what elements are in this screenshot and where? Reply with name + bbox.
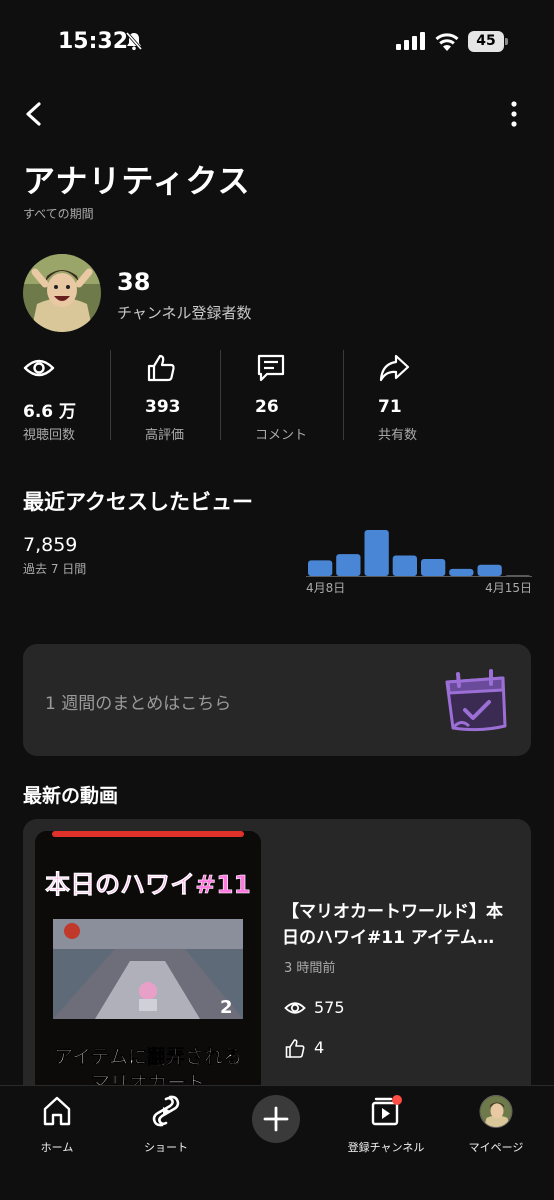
thumb-title: 本日のハワイ#11 [45, 870, 251, 899]
chart-bar [336, 554, 361, 576]
stat-label: 高評価 [145, 428, 185, 443]
svg-text:2: 2 [220, 997, 233, 1018]
video-title: 【マリオカートワールド】本日のハワイ#11 アイテム… [282, 902, 503, 948]
thumbs-up-icon [285, 1039, 305, 1058]
stat-label: コメント [255, 428, 308, 443]
recent-views-value: 7,859 [23, 534, 78, 556]
stat-value: 6.6 万 [23, 402, 77, 422]
divider [343, 350, 344, 440]
eye-icon [284, 1002, 306, 1014]
nav-mypage-label: マイページ [468, 1141, 524, 1154]
divider [110, 350, 111, 440]
subscriber-count: 38 [117, 268, 151, 296]
video-thumbnail[interactable]: 本日のハワイ#11 2 アイテムに翻弄される マリオカート [35, 831, 261, 1099]
battery-indicator: 45 [468, 31, 508, 52]
eye-icon [23, 359, 55, 377]
chart-x-tick-label: 4月8日 [306, 581, 345, 595]
shorts-icon [152, 1095, 180, 1127]
recent-views-title: 最近アクセスしたビュー [23, 490, 253, 514]
profile-avatar [479, 1095, 513, 1128]
battery-level: 45 [468, 31, 504, 52]
nav-mypage[interactable]: マイページ [446, 1094, 546, 1154]
chart-bar [449, 568, 474, 576]
latest-video-card[interactable]: 本日のハワイ#11 2 アイテムに翻弄される マリオカート 【マリオカートワール… [23, 819, 531, 1099]
chart-bar [392, 555, 417, 576]
video-views-value: 575 [314, 998, 345, 1017]
recent-views-subtitle: 過去 7 日間 [23, 562, 87, 576]
share-icon [379, 354, 410, 382]
stat-label: 共有数 [378, 428, 418, 443]
status-time: 15:32 [58, 29, 129, 54]
video-age: 3 時間前 [284, 961, 336, 976]
more-options-icon[interactable] [500, 98, 528, 130]
video-likes-value: 4 [314, 1038, 325, 1057]
stat-label: 視聴回数 [23, 428, 76, 443]
weekly-summary-text: 1 週間のまとめはこちら [45, 694, 232, 714]
channel-avatar [23, 254, 101, 332]
thumbs-up-icon [147, 354, 175, 382]
period-selector[interactable]: すべての期間 [23, 205, 94, 222]
chart-bar [505, 575, 530, 576]
wifi-icon [435, 33, 459, 51]
nav-home-label: ホーム [40, 1141, 74, 1154]
nav-subscriptions[interactable]: 登録チャンネル [336, 1094, 436, 1154]
nav-subscriptions-label: 登録チャンネル [347, 1141, 425, 1154]
recent-views-chart[interactable]: 4月8日 4月15日 [300, 520, 540, 600]
stat-value: 71 [378, 397, 402, 417]
page-title: アナリティクス [23, 162, 251, 200]
comment-icon [257, 354, 285, 382]
chart-bar [364, 530, 389, 576]
bell-off-icon [125, 31, 143, 51]
divider [220, 350, 221, 440]
stat-value: 26 [255, 397, 279, 417]
nav-shorts[interactable]: ショート [116, 1094, 216, 1154]
status-bar: 15:32 45 [0, 0, 554, 80]
plus-icon [263, 1106, 289, 1132]
subscriptions-icon [371, 1095, 402, 1126]
create-button[interactable] [252, 1095, 300, 1143]
latest-video-section-title: 最新の動画 [23, 785, 119, 807]
calendar-check-icon [445, 669, 507, 732]
chart-x-tick-label: 4月15日 [485, 581, 532, 595]
chart-bar [308, 560, 333, 576]
subscriber-label: チャンネル登録者数 [117, 304, 252, 322]
nav-home[interactable]: ホーム [7, 1094, 107, 1154]
signal-icon [396, 32, 425, 50]
stat-value: 393 [145, 397, 181, 417]
chart-bar [477, 564, 502, 576]
chart-bar [421, 559, 446, 576]
bottom-navigation: ホーム ショート 登録チャンネル マイページ [0, 1085, 554, 1200]
back-arrow-icon[interactable] [18, 96, 52, 132]
thumb-caption-line-1: アイテムに翻弄される [54, 1045, 242, 1068]
home-icon [43, 1096, 71, 1126]
weekly-summary-card[interactable]: 1 週間のまとめはこちら [23, 644, 531, 756]
nav-shorts-label: ショート [144, 1141, 188, 1154]
